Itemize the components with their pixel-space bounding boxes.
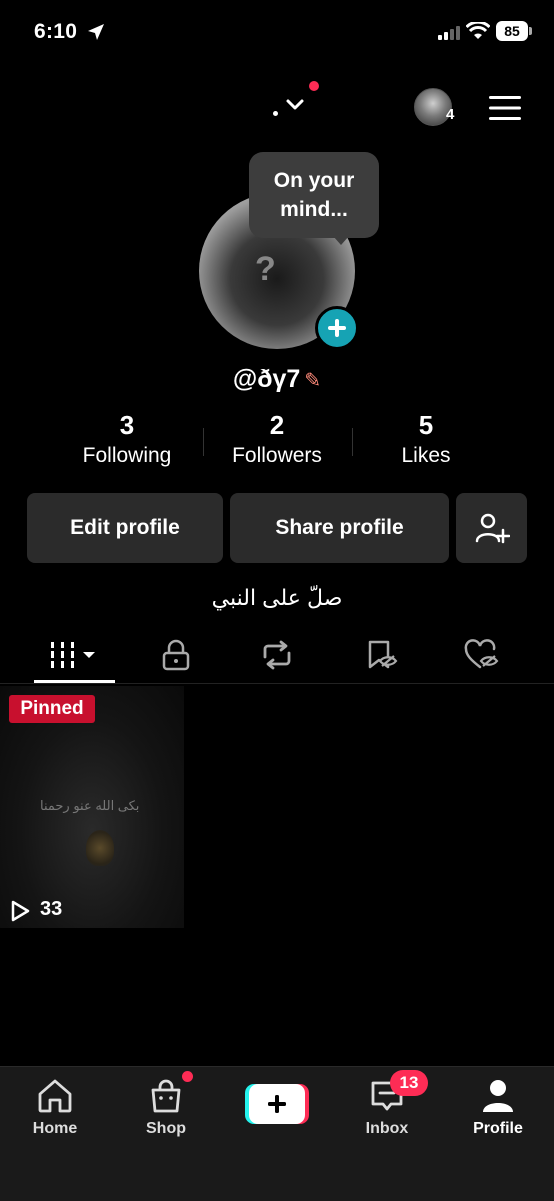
tab-favorites[interactable] [326,628,436,682]
menu-icon[interactable] [489,95,521,121]
pinned-badge: Pinned [9,695,95,723]
notification-dot [309,81,319,91]
view-count: 33 [40,898,63,920]
profile-bio: صلّ على النبي [211,585,343,610]
battery-tip [529,27,532,35]
heart-hidden-icon [464,639,499,669]
status-time: 6:10 [34,20,78,43]
shop-icon [151,1079,181,1113]
video-caption: بكى الله عنو رحمنا [40,798,140,813]
bookmark-hidden-icon [368,640,398,669]
repost-icon [263,640,291,670]
bubble-tail [333,236,349,245]
tab-videos[interactable] [20,628,130,682]
tabs-divider [0,683,554,684]
nav-home-label: Home [32,1120,78,1137]
add-user-icon [475,513,510,544]
nav-home[interactable]: Home [5,1076,105,1138]
stat-likes[interactable]: 5 Likes [351,410,501,468]
share-profile-button[interactable]: Share profile [230,493,449,563]
stat-following[interactable]: 3 Following [52,410,202,468]
lock-icon [162,639,190,671]
chevron-down-icon[interactable] [284,94,306,116]
shop-notification-dot [182,1071,193,1082]
pencil-icon[interactable]: ✎ [304,370,321,392]
create-icon[interactable] [245,1084,309,1124]
nav-profile[interactable]: Profile [448,1076,548,1138]
account-count: 4 [446,106,455,123]
add-friend-button[interactable] [456,493,527,563]
likes-count: 5 [418,410,434,440]
location-arrow-icon [88,24,104,40]
followers-count: 2 [269,410,285,440]
following-count: 3 [119,410,135,440]
username-text: @ðγ7 [232,365,301,393]
online-status-dot [273,111,278,116]
add-story-button[interactable] [315,306,359,350]
nav-inbox-label: Inbox [365,1120,409,1137]
home-icon [38,1079,72,1113]
tab-private[interactable] [121,628,231,682]
battery-indicator: 85 [496,21,528,41]
tab-reposts[interactable] [222,628,332,682]
play-icon [11,900,30,922]
grid-videos-icon [50,642,95,668]
profile-icon [483,1080,513,1112]
username: @ðγ7 ✎ [0,365,554,394]
on-your-mind-bubble[interactable]: On your mind... [249,152,379,238]
avatar-question-mark: ? [255,250,276,288]
likes-label: Likes [401,444,451,467]
inbox-badge: 13 [390,1070,428,1096]
wifi-icon [466,22,490,39]
nav-shop-label: Shop [146,1120,186,1137]
plus-icon [328,319,346,337]
stat-followers[interactable]: 2 Followers [202,410,352,468]
following-label: Following [82,444,172,467]
edit-profile-button[interactable]: Edit profile [27,493,223,563]
video-light-blob [86,830,114,866]
cellular-signal-icon [438,26,460,40]
nav-shop[interactable]: Shop [116,1076,216,1138]
followers-label: Followers [232,444,322,467]
tab-liked[interactable] [426,628,536,682]
nav-profile-label: Profile [473,1120,523,1137]
